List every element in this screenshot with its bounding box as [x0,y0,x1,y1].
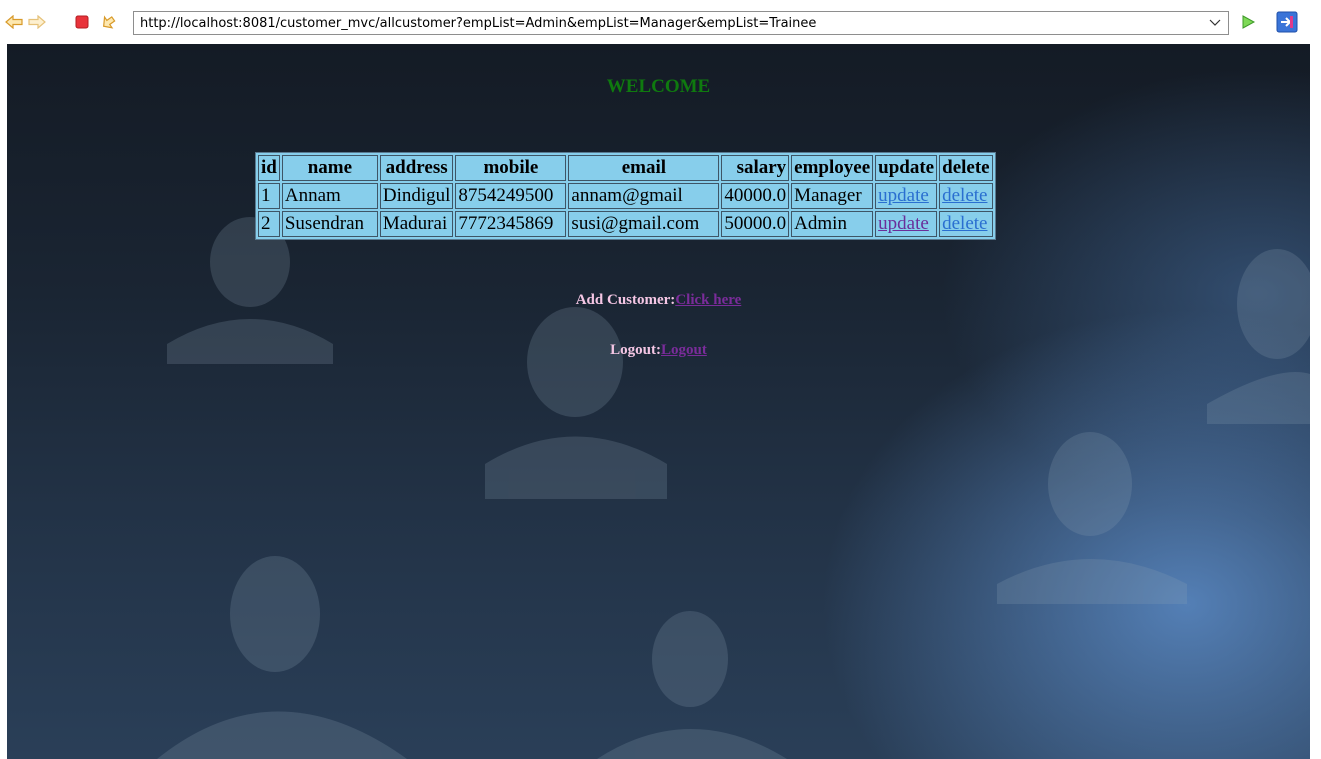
url-input[interactable] [140,13,1198,33]
cell-update: update [875,183,938,209]
cell-delete: delete [939,183,993,209]
cell-name: Annam [281,183,378,209]
header-delete: delete [939,155,993,181]
update-link[interactable]: update [878,185,929,206]
cell-address: Madurai [379,211,454,237]
dropdown-chevron-icon[interactable] [1207,14,1223,32]
cell-id: 1 [258,183,280,209]
page-viewport: WELCOME id name address mobile email sal… [7,44,1310,759]
cell-address: Dindigul [379,183,454,209]
table-header-row: id name address mobile email salary empl… [258,155,993,181]
stop-icon[interactable] [72,12,92,32]
logout-link[interactable]: Logout [661,342,707,358]
header-address: address [379,155,454,181]
scrollbar[interactable] [1310,44,1321,759]
refresh-icon[interactable] [98,12,118,32]
table-row: 2 Susendran Madurai 7772345869 susi@gmai… [258,211,993,237]
window-edge [0,44,7,759]
back-arrow-icon[interactable] [4,12,24,32]
page-title: WELCOME [606,76,711,97]
open-external-icon[interactable] [1276,11,1298,33]
cell-salary: 40000.0 [721,183,790,209]
cell-employee: Admin [791,211,874,237]
header-update: update [875,155,938,181]
cell-name: Susendran [281,211,378,237]
add-customer-link[interactable]: Click here [675,292,741,308]
header-mobile: mobile [455,155,567,181]
delete-link[interactable]: delete [942,185,987,206]
cell-delete: delete [939,211,993,237]
logout-label: Logout: [610,342,661,358]
go-play-icon[interactable] [1238,12,1258,32]
header-id: id [258,155,280,181]
delete-link[interactable]: delete [942,213,987,234]
cell-mobile: 7772345869 [455,211,567,237]
update-link[interactable]: update [878,213,929,234]
logout-line: Logout:Logout [7,342,1310,359]
header-name: name [281,155,378,181]
address-bar[interactable] [133,11,1229,35]
cell-update: update [875,211,938,237]
add-customer-line: Add Customer:Click here [7,292,1310,309]
header-email: email [568,155,720,181]
cell-mobile: 8754249500 [455,183,567,209]
header-salary: salary [721,155,790,181]
table-row: 1 Annam Dindigul 8754249500 annam@gmail … [258,183,993,209]
cell-email: annam@gmail [568,183,720,209]
cell-id: 2 [258,211,280,237]
browser-toolbar [0,0,1321,44]
customer-table: id name address mobile email salary empl… [255,152,996,240]
cell-employee: Manager [791,183,874,209]
add-customer-label: Add Customer: [575,292,676,308]
forward-arrow-icon[interactable] [27,12,47,32]
cell-salary: 50000.0 [721,211,790,237]
cell-email: susi@gmail.com [568,211,720,237]
header-employee: employee [791,155,874,181]
